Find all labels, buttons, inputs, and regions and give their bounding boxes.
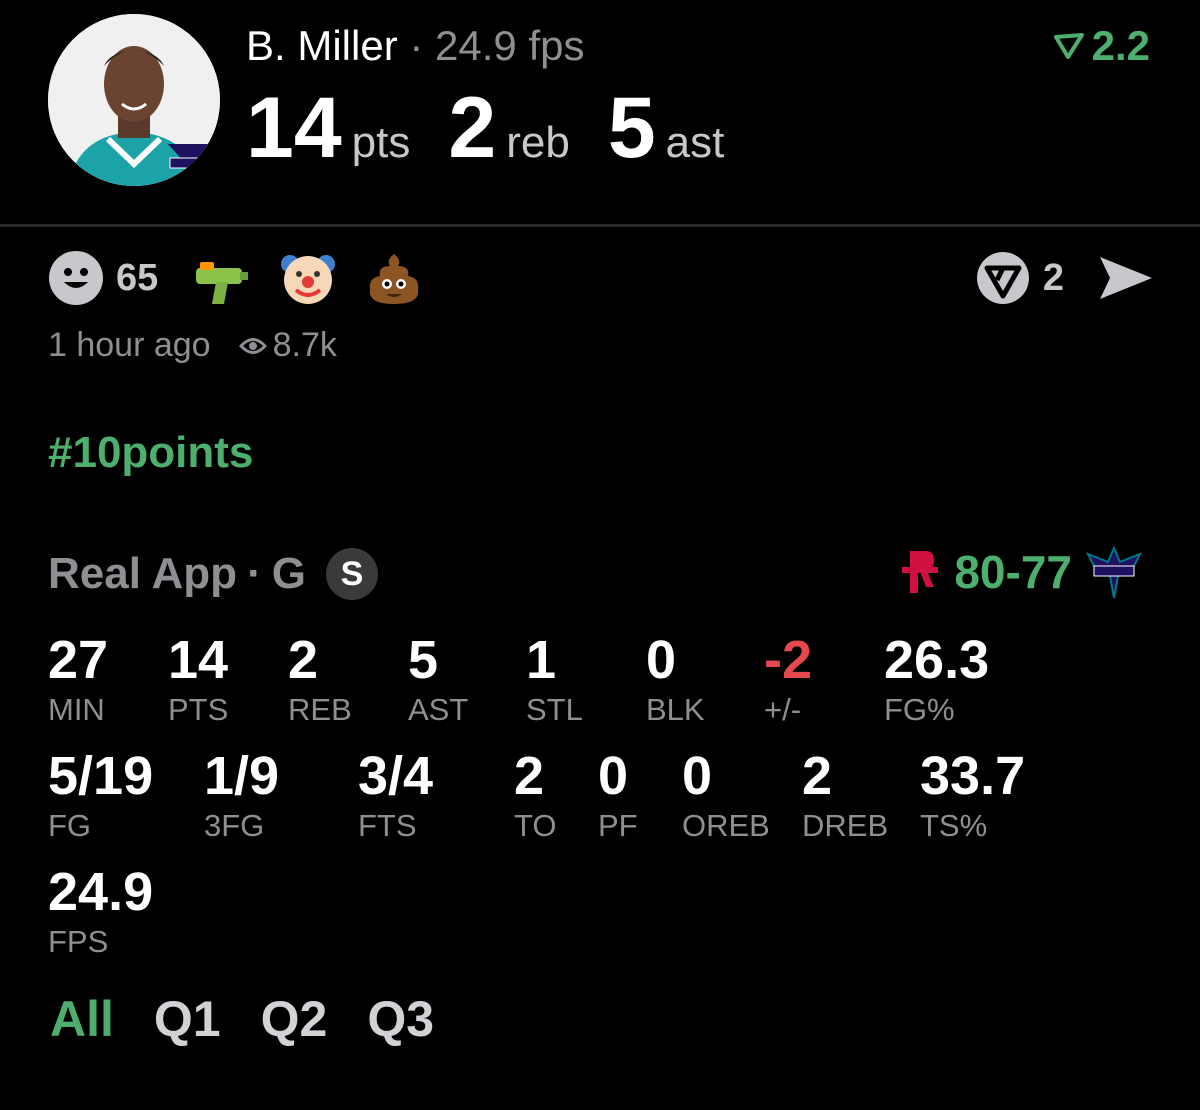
headline-pts: 14 <box>246 80 342 176</box>
stat-value: 0 <box>646 630 677 690</box>
starter-badge: S <box>325 548 378 600</box>
position-label: G <box>271 549 306 598</box>
divider <box>0 224 1200 227</box>
hornets-logo-icon <box>1086 545 1142 599</box>
stat-value: 1 <box>526 630 557 690</box>
stat-oreb: 0 OREB <box>682 746 770 844</box>
boost-value: 2.2 <box>1091 22 1150 69</box>
boost-arrow-icon <box>1053 33 1084 59</box>
hashtag-link[interactable]: #10points <box>48 428 253 478</box>
stat-fg: 5/19 FG <box>48 746 153 844</box>
stat-dreb: 2 DREB <box>802 746 888 844</box>
stat-label: AST <box>408 692 469 727</box>
game-score[interactable]: 80-77 <box>900 544 1142 600</box>
period-tabs: All Q1 Q2 Q3 <box>50 990 434 1048</box>
tab-q2[interactable]: Q2 <box>261 990 328 1048</box>
player-name[interactable]: B. Miller <box>246 22 398 69</box>
time-ago: 1 hour ago <box>48 326 211 364</box>
stat-pf: 0 PF <box>598 746 638 844</box>
stat-fts: 3/4 FTS <box>358 746 433 844</box>
title-separator: · <box>409 22 424 69</box>
smile-reaction-icon[interactable] <box>48 250 104 306</box>
stat-plus-minus: -2 +/- <box>764 630 812 728</box>
source-label: Real App <box>48 549 238 598</box>
stat-value: 5 <box>408 630 439 690</box>
stat-label: +/- <box>764 692 802 727</box>
rockets-logo-icon <box>902 551 939 593</box>
repost-count: 2 <box>1042 256 1064 299</box>
stat-value: 0 <box>682 746 713 806</box>
stat-fps: 24.9 FPS <box>48 862 153 960</box>
stat-label: FG% <box>884 692 955 727</box>
stat-value: 1/9 <box>204 746 280 806</box>
fps-summary: 24.9 fps <box>435 22 585 69</box>
stat-label: DREB <box>802 808 889 843</box>
stat-value: 5/19 <box>48 746 154 806</box>
stat-label: PF <box>598 808 638 843</box>
boost-badge[interactable]: 2.2 <box>1053 22 1150 70</box>
player-title: B. Miller · 24.9 fps <box>246 20 584 72</box>
eye-icon <box>238 337 267 354</box>
stat-value: 24.9 <box>48 862 154 922</box>
stat-value: 0 <box>598 746 629 806</box>
view-count-group: 8.7k <box>238 326 337 365</box>
stat-label: PTS <box>168 692 229 727</box>
stat-label: FPS <box>48 924 109 959</box>
stat-label: TS% <box>920 808 988 843</box>
headline-reb-unit: reb <box>506 118 570 167</box>
repost-icon[interactable] <box>975 250 1031 306</box>
game-info-separator: · <box>247 549 262 598</box>
stat-value: 27 <box>48 630 109 690</box>
stat-blk: 0 BLK <box>646 630 705 728</box>
view-count: 8.7k <box>272 326 337 364</box>
headline-ast: 5 <box>607 80 656 176</box>
stat-pts: 14 PTS <box>168 630 228 728</box>
stat-value: -2 <box>764 630 813 690</box>
score-value: 80-77 <box>954 546 1072 598</box>
stat-label: FG <box>48 808 92 843</box>
stat-fg-pct: 26.3 FG% <box>884 630 989 728</box>
smile-count: 65 <box>116 256 159 299</box>
tab-all[interactable]: All <box>50 990 114 1048</box>
stat-label: BLK <box>646 692 705 727</box>
stat-label: OREB <box>682 808 770 843</box>
stat-label: TO <box>514 808 557 843</box>
share-actions: 2 <box>975 250 1154 306</box>
stat-stl: 1 STL <box>526 630 583 728</box>
stat-ts-pct: 33.7 TS% <box>920 746 1025 844</box>
player-avatar[interactable] <box>48 14 220 186</box>
water-gun-icon[interactable] <box>194 250 250 306</box>
game-info: Real App · G S <box>48 548 378 600</box>
reactions-row: 65 <box>48 250 452 306</box>
stat-reb: 2 REB <box>288 630 352 728</box>
tab-q1[interactable]: Q1 <box>154 990 221 1048</box>
stat-value: 2 <box>514 746 545 806</box>
stat-min: 27 MIN <box>48 630 108 728</box>
stat-label: REB <box>288 692 352 727</box>
headline-pts-unit: pts <box>351 118 411 167</box>
stat-label: 3FG <box>204 808 265 843</box>
stat-value: 26.3 <box>884 630 990 690</box>
stat-value: 3/4 <box>358 746 434 806</box>
pile-of-poo-icon[interactable] <box>366 250 422 306</box>
tab-q3[interactable]: Q3 <box>367 990 434 1048</box>
stat-value: 33.7 <box>920 746 1026 806</box>
stat-value: 2 <box>802 746 833 806</box>
stat-value: 14 <box>168 630 229 690</box>
stat-label: MIN <box>48 692 105 727</box>
stat-3fg: 1/9 3FG <box>204 746 279 844</box>
send-icon[interactable] <box>1098 255 1154 301</box>
post-meta: 1 hour ago 8.7k <box>48 326 337 365</box>
headline-stats: 14 pts 2 reb 5 ast <box>246 80 762 176</box>
hornets-logo-icon <box>168 144 216 186</box>
headline-reb: 2 <box>448 80 497 176</box>
stat-value: 2 <box>288 630 319 690</box>
stat-ast: 5 AST <box>408 630 468 728</box>
stat-label: STL <box>526 692 583 727</box>
stat-label: FTS <box>358 808 417 843</box>
headline-ast-unit: ast <box>665 118 725 167</box>
stat-to: 2 TO <box>514 746 557 844</box>
clown-face-icon[interactable] <box>280 250 336 306</box>
